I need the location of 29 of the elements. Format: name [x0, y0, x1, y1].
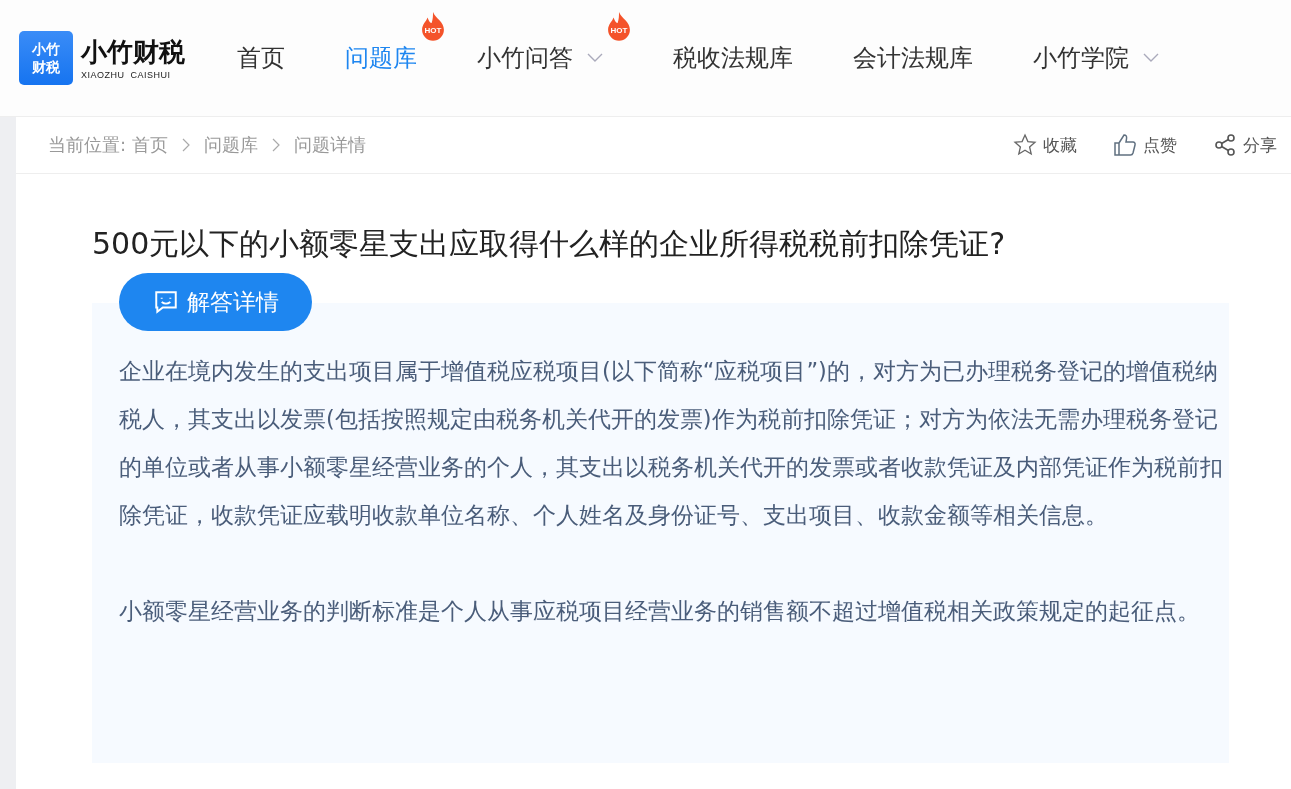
- answer-paragraph: 企业在境内发生的支出项目属于增值税应税项目(以下简称“应税项目”)的，对方为已办理税务登记的增值税纳税人，其支出以发票(包括按照规定由税务机关代开的发票)作为税前扣除凭证；对方为依法无需办理税务登记的单位或者从事小额零星经营业务的个人，其支出以税务机关代开的发票或者收款凭证及内部凭证作为税前扣除凭证，收款凭证应载明收款单位名称、个人姓名及身份证号、支出项目、收款金额等相关信息。: [119, 357, 1224, 530]
- share-icon: [1213, 133, 1237, 157]
- action-link[interactable]: 分享: [1213, 133, 1277, 157]
- action-link[interactable]: 点赞: [1113, 133, 1177, 157]
- flame-icon: [605, 12, 633, 42]
- logo-icon: 小竹 财税: [19, 31, 73, 85]
- question-title: 500元以下的小额零星支出应取得什么样的企业所得税税前扣除凭证?: [92, 225, 1007, 263]
- answer-paragraph: 小额零星经营业务的判断标准是个人从事应税项目经营业务的销售额不超过增值税相关政策规定的起征点。: [119, 597, 1201, 626]
- nav-link[interactable]: 小竹问答: [477, 42, 573, 74]
- chevron-down-icon[interactable]: [1143, 53, 1159, 63]
- chevron-right-icon: [182, 138, 191, 152]
- breadcrumb-label: 当前位置:: [48, 133, 127, 157]
- hot-label: HOT: [609, 26, 629, 35]
- nav-link[interactable]: 小竹学院: [1033, 42, 1129, 74]
- star-icon: [1013, 133, 1037, 157]
- hot-label: HOT: [423, 26, 443, 35]
- nav-link[interactable]: 首页: [237, 42, 285, 74]
- chevron-down-icon[interactable]: [587, 53, 603, 63]
- answer-details-button[interactable]: 解答详情: [119, 273, 312, 331]
- flame-icon: [419, 12, 447, 42]
- action-link[interactable]: 收藏: [1013, 133, 1077, 157]
- brand-subtitle: XIAOZHU CAISHUI: [81, 69, 172, 80]
- nav-link[interactable]: 会计法规库: [853, 42, 973, 74]
- chat-smile-icon: [152, 289, 179, 315]
- nav-link[interactable]: 问题库: [345, 42, 417, 74]
- thumbs-up-icon: [1113, 133, 1137, 157]
- brand-name: 小竹财税: [81, 36, 185, 67]
- nav-link[interactable]: 税收法规库: [673, 42, 793, 74]
- chevron-right-icon: [272, 138, 281, 152]
